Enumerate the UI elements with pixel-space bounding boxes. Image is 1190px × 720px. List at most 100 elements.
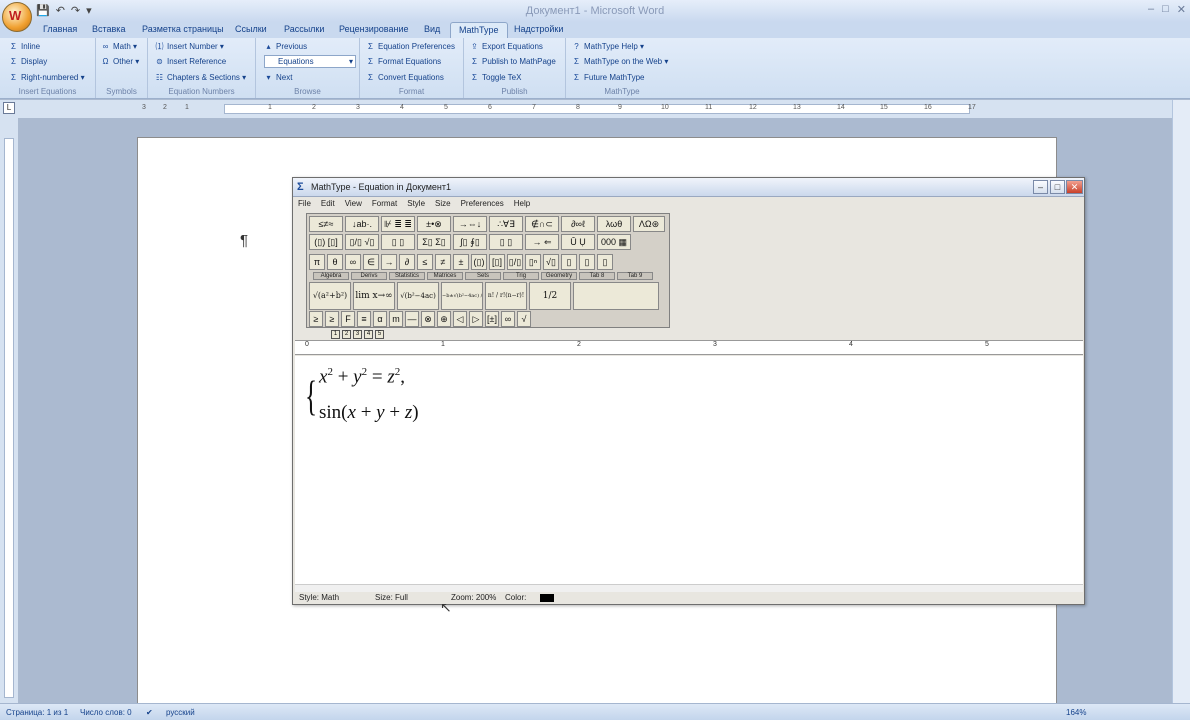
zoom-level[interactable]: 164% bbox=[1066, 708, 1086, 717]
palette-expression[interactable]: n! / r!(n−r)! bbox=[485, 282, 527, 310]
palette-button[interactable]: ∂∞ℓ bbox=[561, 216, 595, 232]
palette-expression[interactable]: −b±√(b²−4ac) / 2a bbox=[441, 282, 483, 310]
menu-file[interactable]: File bbox=[293, 197, 316, 211]
palette-button[interactable]: ⊕ bbox=[437, 311, 451, 327]
chapters-sections-button[interactable]: ☷ Chapters & Sections ▾ bbox=[155, 73, 246, 82]
palette-button[interactable]: Σ▯ Σ▯ bbox=[417, 234, 451, 250]
inline-button[interactable]: Σ Inline bbox=[9, 42, 40, 51]
palette-tab-trig[interactable]: Trig bbox=[503, 272, 539, 280]
other-symbols-button[interactable]: Ω Other ▾ bbox=[101, 57, 140, 66]
tab-selector-icon[interactable]: L bbox=[3, 102, 15, 114]
horizontal-scrollbar[interactable] bbox=[295, 584, 1083, 592]
palette-button[interactable]: ≡ bbox=[357, 311, 371, 327]
palette-button[interactable]: (▯) bbox=[471, 254, 487, 270]
vertical-scrollbar[interactable] bbox=[1172, 100, 1190, 703]
display-button[interactable]: Σ Display bbox=[9, 57, 47, 66]
palette-tab-statistics[interactable]: Statistics bbox=[389, 272, 425, 280]
palette-tab-algebra[interactable]: Algebra bbox=[313, 272, 349, 280]
palette-button[interactable]: ⊗ bbox=[421, 311, 435, 327]
palette-button[interactable]: ΛΩ⊛ bbox=[633, 216, 665, 232]
palette-button[interactable]: √▯ bbox=[543, 254, 559, 270]
maximize-icon[interactable]: □ bbox=[1162, 3, 1169, 16]
palette-button[interactable]: [▯] bbox=[489, 254, 505, 270]
palette-button[interactable]: → ⇐ bbox=[525, 234, 559, 250]
tab-mathtype[interactable]: MathType bbox=[450, 22, 508, 38]
palette-button[interactable]: [±] bbox=[485, 311, 499, 327]
palette-button[interactable]: ∴∀∃ bbox=[489, 216, 523, 232]
menu-edit[interactable]: Edit bbox=[316, 197, 340, 211]
palette-button[interactable]: ▯ⁿ bbox=[525, 254, 541, 270]
palette-button[interactable]: ▯ ▯ bbox=[381, 234, 415, 250]
palette-button[interactable]: ≤≠≈ bbox=[309, 216, 343, 232]
tabbar-button[interactable]: 5 bbox=[375, 330, 384, 339]
palette-button[interactable]: ⊮ ≣ ≣ bbox=[381, 216, 415, 232]
palette-button[interactable]: ▯/▯ √▯ bbox=[345, 234, 379, 250]
menu-preferences[interactable]: Preferences bbox=[456, 197, 509, 211]
palette-button[interactable]: ∞ bbox=[345, 254, 361, 270]
palette-button[interactable]: ± bbox=[453, 254, 469, 270]
palette-button[interactable]: — bbox=[405, 311, 419, 327]
insert-reference-button[interactable]: ⊜ Insert Reference bbox=[155, 57, 226, 66]
mathtype-close-button[interactable]: ✕ bbox=[1066, 180, 1083, 194]
palette-button[interactable]: ≤ bbox=[417, 254, 433, 270]
palette-button[interactable]: ∉∩⊂ bbox=[525, 216, 559, 232]
next-button[interactable]: ▾ Next bbox=[264, 73, 292, 82]
palette-button[interactable]: (▯) [▯] bbox=[309, 234, 343, 250]
tabbar-button[interactable]: 4 bbox=[364, 330, 373, 339]
format-equations-button[interactable]: Σ Format Equations bbox=[366, 57, 441, 66]
mathtype-help-button[interactable]: ? MathType Help ▾ bbox=[572, 42, 644, 51]
palette-tab-geometry[interactable]: Geometry bbox=[541, 272, 577, 280]
tab-review[interactable]: Рецензирование bbox=[339, 24, 409, 34]
mathtype-ruler[interactable]: 0 1 2 3 4 5 bbox=[295, 340, 1083, 355]
palette-button[interactable]: ▯/▯ bbox=[507, 254, 523, 270]
palette-expression[interactable]: 1/2 bbox=[529, 282, 571, 310]
palette-button[interactable]: m bbox=[389, 311, 403, 327]
equation-editing-area[interactable]: { x2 + y2 = z2, sin(x + y + z) ↖ bbox=[295, 356, 1083, 615]
palette-button[interactable]: ↓ab·. bbox=[345, 216, 379, 232]
browse-dropdown[interactable]: Equations ▾ bbox=[264, 55, 356, 68]
mathtype-minimize-button[interactable]: – bbox=[1033, 180, 1048, 194]
tabbar-button[interactable]: 1 bbox=[331, 330, 340, 339]
math-symbols-button[interactable]: ∞ Math ▾ bbox=[101, 42, 137, 51]
palette-button[interactable]: √ bbox=[517, 311, 531, 327]
palette-button[interactable]: α bbox=[373, 311, 387, 327]
palette-tab-9[interactable]: Tab 9 bbox=[617, 272, 653, 280]
palette-button[interactable]: ▯ bbox=[597, 254, 613, 270]
palette-tab-matrices[interactable]: Matrices bbox=[427, 272, 463, 280]
palette-button[interactable]: F bbox=[341, 311, 355, 327]
tab-mailings[interactable]: Рассылки bbox=[284, 24, 324, 34]
tabbar-button[interactable]: 2 bbox=[342, 330, 351, 339]
mathtype-web-button[interactable]: Σ MathType on the Web ▾ bbox=[572, 57, 668, 66]
palette-button[interactable]: ∫▯ ∮▯ bbox=[453, 234, 487, 250]
palette-button[interactable]: θ bbox=[327, 254, 343, 270]
palette-empty-slot[interactable] bbox=[573, 282, 659, 310]
menu-size[interactable]: Size bbox=[430, 197, 456, 211]
mathtype-title-bar[interactable]: Σ MathType - Equation in Документ1 – □ ✕ bbox=[293, 178, 1084, 197]
palette-button[interactable]: π bbox=[309, 254, 325, 270]
page-count[interactable]: Страница: 1 из 1 bbox=[6, 708, 68, 717]
palette-button[interactable]: ▯ bbox=[561, 254, 577, 270]
insert-number-button[interactable]: ⑴ Insert Number ▾ bbox=[155, 42, 224, 51]
word-count[interactable]: Число слов: 0 bbox=[80, 708, 132, 717]
equation-preferences-button[interactable]: Σ Equation Preferences bbox=[366, 42, 455, 51]
tab-home[interactable]: Главная bbox=[43, 24, 77, 34]
palette-button[interactable]: ∈ bbox=[363, 254, 379, 270]
palette-button[interactable]: →⇔↓ bbox=[453, 216, 487, 232]
palette-expression[interactable]: √(b²−4ac) bbox=[397, 282, 439, 310]
palette-button[interactable]: ◁ bbox=[453, 311, 467, 327]
tab-insert[interactable]: Вставка bbox=[92, 24, 125, 34]
palette-button[interactable]: ▯ ▯ bbox=[489, 234, 523, 250]
language-indicator[interactable]: русский bbox=[166, 708, 195, 717]
palette-button[interactable]: 000 ▦ bbox=[597, 234, 631, 250]
menu-style[interactable]: Style bbox=[402, 197, 430, 211]
export-equations-button[interactable]: ⇪ Export Equations bbox=[470, 42, 543, 51]
color-swatch[interactable] bbox=[540, 594, 554, 602]
palette-button[interactable]: → bbox=[381, 254, 397, 270]
menu-help[interactable]: Help bbox=[509, 197, 535, 211]
palette-button[interactable]: ▷ bbox=[469, 311, 483, 327]
previous-button[interactable]: ▴ Previous bbox=[264, 42, 307, 51]
palette-button[interactable]: ≥ bbox=[309, 311, 323, 327]
toggle-tex-button[interactable]: Σ Toggle TeX bbox=[470, 73, 521, 82]
palette-button[interactable]: λωθ bbox=[597, 216, 631, 232]
tab-addins[interactable]: Надстройки bbox=[514, 24, 563, 34]
